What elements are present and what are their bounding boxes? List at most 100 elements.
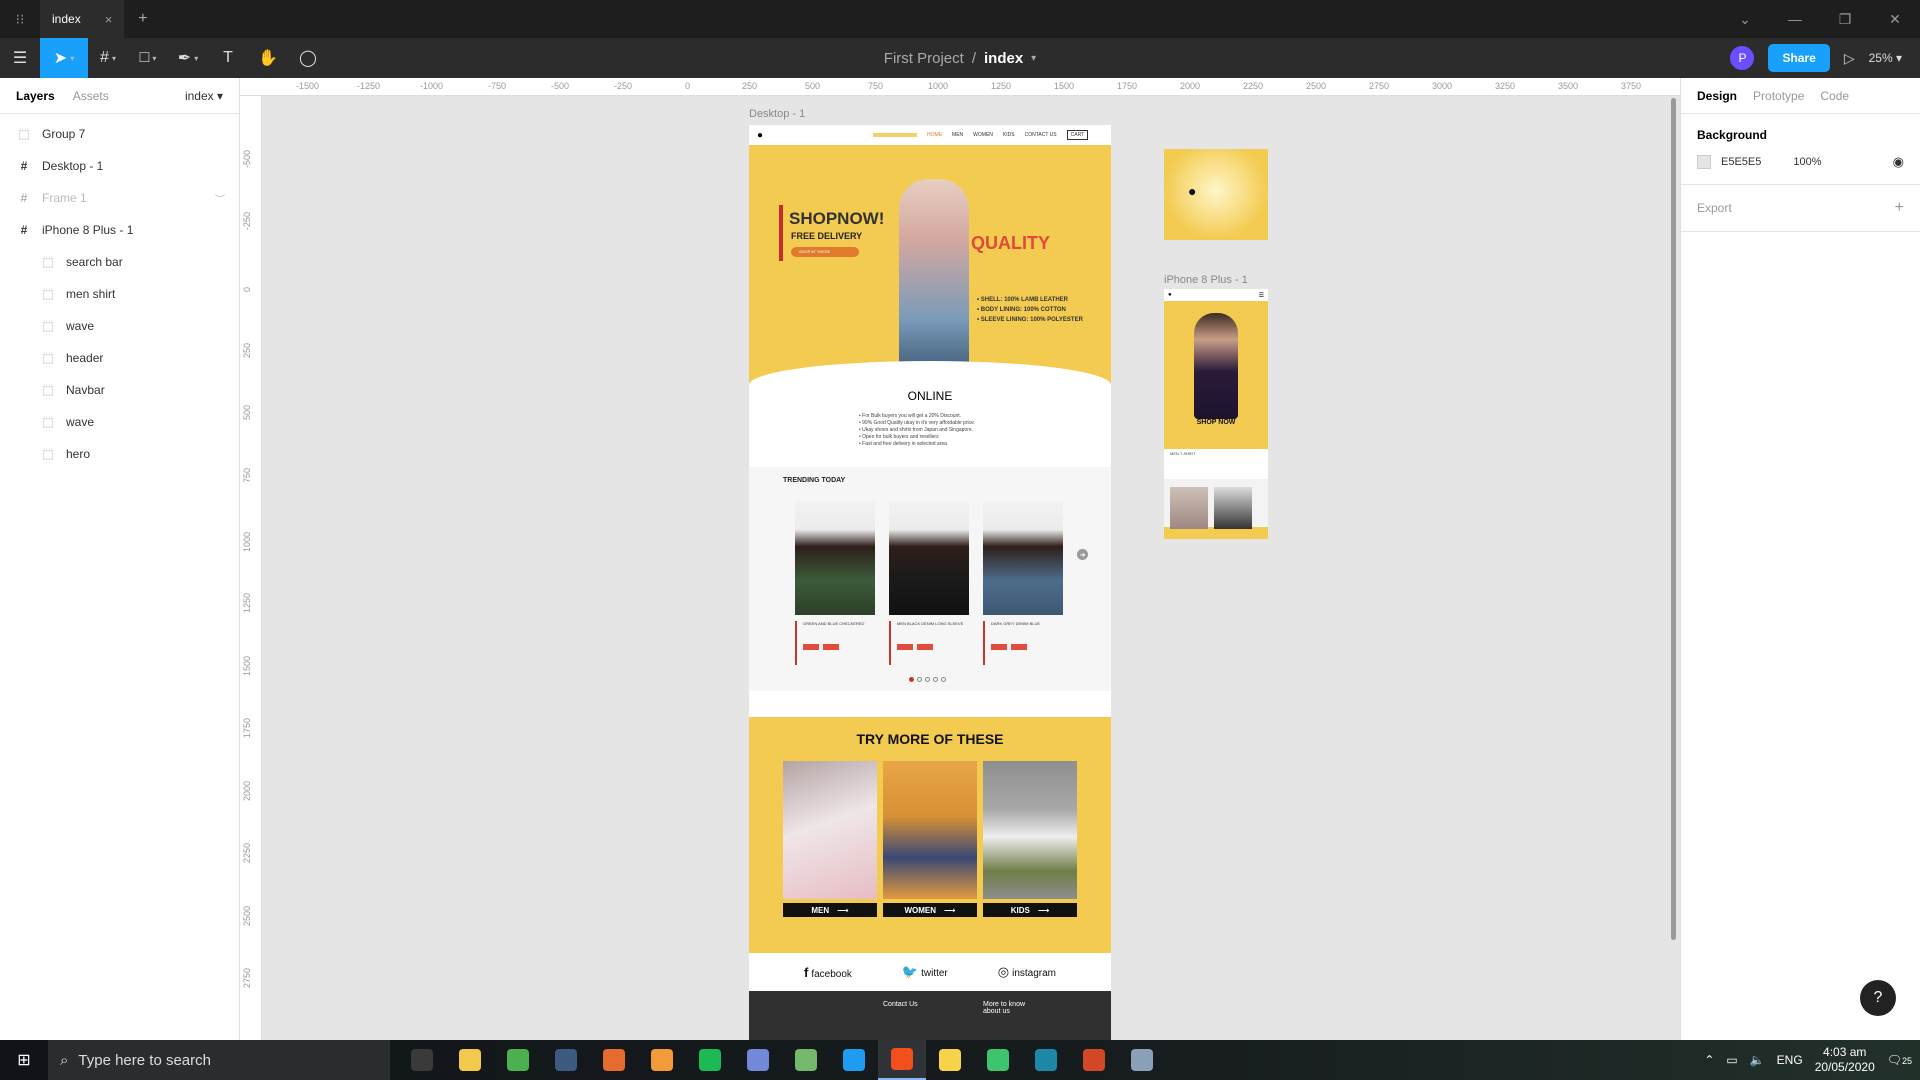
iphone-hero: SHOP NOW [1164,301,1268,449]
frame-tool-icon[interactable]: # ▾ [88,38,128,78]
app-teal-glyph [1035,1049,1057,1071]
layer-item[interactable]: ⬚ header [0,342,239,374]
move-tool-icon[interactable]: ➤ ▾ [40,38,88,78]
desktop-frame[interactable]: ● HOME MEN WOMEN KIDS CONTACT US CART SH… [749,125,1111,1040]
canvas[interactable]: Desktop - 1 ● HOME MEN WOMEN KIDS CONTAC… [262,96,1680,1040]
present-icon[interactable]: ▷ [1844,50,1855,67]
avatar[interactable]: P [1730,46,1755,70]
spotify-icon[interactable] [686,1040,734,1080]
zoom-dropdown[interactable]: 25% ▾ [1869,51,1902,65]
background-title: Background [1697,128,1768,142]
ruler-tick: -750 [488,81,507,91]
ruler-tick: 1000 [242,531,252,552]
layer-item[interactable]: ⬚ wave [0,406,239,438]
chrome-icon[interactable] [494,1040,542,1080]
main-menu-icon[interactable]: ☰ [0,38,40,78]
notepad-icon[interactable] [782,1040,830,1080]
close-button[interactable]: ✕ [1870,0,1920,38]
arrow-icon: ⟶ [1037,905,1050,915]
discord-icon[interactable] [734,1040,782,1080]
ruler-tick: 2500 [242,905,252,926]
tab-code[interactable]: Code [1820,89,1849,103]
layer-item[interactable]: # Frame 1 ︶ [0,182,239,214]
chevron-down-icon[interactable]: ⌄ [1720,0,1770,38]
nav-cart: CART [1066,130,1089,140]
canvas-scrollbar[interactable] [1671,98,1676,940]
iphone-frame-label[interactable]: iPhone 8 Plus - 1 [1164,274,1248,286]
network-icon[interactable]: ▭ [1726,1053,1737,1067]
ruler-tick: -1500 [296,81,320,91]
ruler-tick: 750 [242,467,252,483]
layer-label: iPhone 8 Plus - 1 [42,223,134,237]
rectangle-tool-icon[interactable]: □ ▾ [128,38,168,78]
carousel-dot [909,677,914,682]
eye-icon[interactable]: ◉ [1893,154,1904,170]
trending-card: MEN BLACK DENIM LONG SLEEVE [889,501,969,665]
iphone-hero-image [1194,313,1238,419]
layer-label: search bar [66,255,123,269]
tab-design[interactable]: Design [1697,89,1737,103]
layer-item[interactable]: ⬚ Group 7 [0,118,239,150]
pen-tool-icon[interactable]: ✒ ▾ [168,38,208,78]
clock[interactable]: 4:03 am 20/05/2020 [1815,1045,1875,1075]
product-name: DARK GREY DENIM BLUE [991,621,1041,626]
file-explorer-icon[interactable] [446,1040,494,1080]
layer-item[interactable]: ⬚ men shirt [0,278,239,310]
comment-tool-icon[interactable]: ◯ [288,38,328,78]
iphone-shop-now: SHOP NOW [1196,419,1236,426]
app-blue-icon[interactable] [542,1040,590,1080]
figma-icon[interactable] [878,1040,926,1080]
windows-start-icon[interactable]: ⊞ [0,1040,48,1080]
language-indicator[interactable]: ENG [1777,1053,1803,1067]
help-button[interactable]: ? [1860,980,1896,1016]
buy-button [991,644,1007,650]
tab-assets[interactable]: Assets [73,89,109,103]
powerpoint-icon[interactable] [1070,1040,1118,1080]
new-tab-icon[interactable]: + [138,10,147,28]
app-teal-icon[interactable] [1022,1040,1070,1080]
ruler-tick: -250 [242,211,252,230]
tray-chevron-icon[interactable]: ⌃ [1704,1053,1714,1067]
sticky-notes-icon[interactable] [926,1040,974,1080]
app-orange-icon[interactable] [590,1040,638,1080]
layer-item[interactable]: ⬚ hero [0,438,239,470]
iphone-frame[interactable]: ● ☰ SHOP NOW MEN T-SHIRT [1164,289,1268,539]
sublime-icon[interactable] [638,1040,686,1080]
taskbar-search[interactable]: ⌕ Type here to search [48,1040,390,1080]
restore-button[interactable]: ❐ [1820,0,1870,38]
desktop-frame-label[interactable]: Desktop - 1 [749,108,805,120]
page-dropdown[interactable]: index ▾ [185,89,223,103]
app-green-icon[interactable] [974,1040,1022,1080]
layer-item[interactable]: ⬚ wave [0,310,239,342]
tab-index[interactable]: index × [40,0,125,38]
layer-item[interactable]: # iPhone 8 Plus - 1 [0,214,239,246]
vscode-icon[interactable] [830,1040,878,1080]
minimize-button[interactable]: — [1770,0,1820,38]
volume-icon[interactable]: 🔈 [1750,1053,1765,1067]
hidden-eye-icon[interactable]: ︶ [215,191,225,206]
bg-hex-input[interactable]: E5E5E5 [1721,156,1761,168]
iphone-men-shirt-title: MEN T-SHIRT [1164,449,1268,479]
layer-item[interactable]: # Desktop - 1 [0,150,239,182]
file-title[interactable]: First Project / index ▾ [884,50,1036,67]
add-export-icon[interactable]: + [1895,199,1904,217]
group-7-frame[interactable]: ● [1164,149,1268,240]
tab-prototype[interactable]: Prototype [1753,89,1804,103]
bg-opacity-input[interactable]: 100% [1793,156,1821,168]
app-palette-icon[interactable] [1118,1040,1166,1080]
text-tool-icon[interactable]: T [208,38,248,78]
task-view-icon[interactable] [398,1040,446,1080]
color-swatch[interactable] [1697,155,1711,169]
figma-menu-icon[interactable]: ⁝⁝ [0,0,40,38]
discord-glyph [747,1049,769,1071]
tab-layers[interactable]: Layers [16,89,55,103]
share-button[interactable]: Share [1768,44,1830,72]
tab-close-icon[interactable]: × [105,12,113,27]
layer-item[interactable]: ⬚ Navbar [0,374,239,406]
search-bar [873,133,918,137]
layer-item[interactable]: ⬚ search bar [0,246,239,278]
hand-tool-icon[interactable]: ✋ [248,38,288,78]
ruler-tick: 0 [685,81,691,91]
notifications-icon[interactable]: 🗨25 [1887,1053,1912,1067]
next-arrow-icon: ➜ [1077,549,1088,560]
